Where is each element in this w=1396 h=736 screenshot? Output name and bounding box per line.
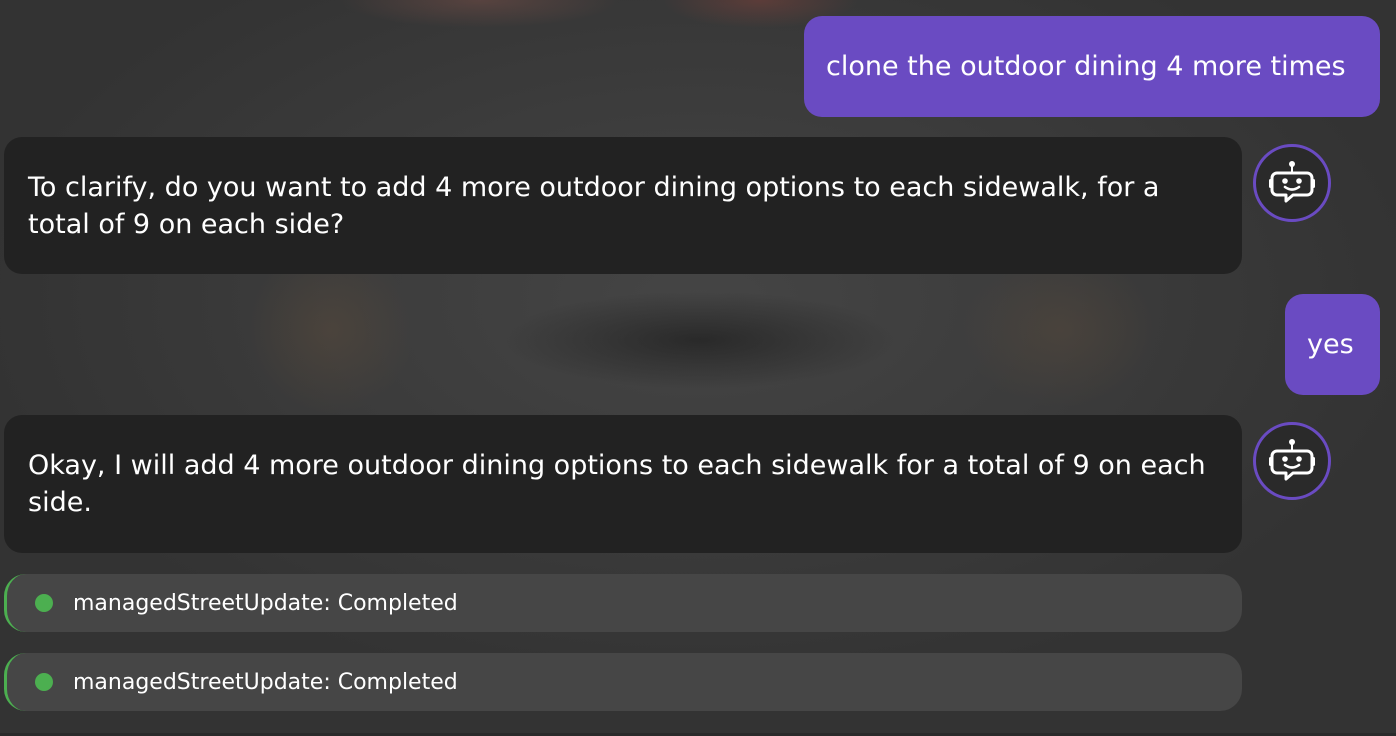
tool-status-text: managedStreetUpdate: Completed — [73, 669, 458, 695]
assistant-avatar — [1253, 144, 1331, 222]
status-indicator-dot — [35, 673, 53, 691]
assistant-message-text: Okay, I will add 4 more outdoor dining o… — [28, 450, 1206, 518]
user-message: clone the outdoor dining 4 more times — [804, 16, 1380, 117]
assistant-message-text: To clarify, do you want to add 4 more ou… — [28, 172, 1160, 240]
tool-status-text: managedStreetUpdate: Completed — [73, 590, 458, 616]
assistant-message: Okay, I will add 4 more outdoor dining o… — [4, 415, 1242, 553]
robot-chat-icon — [1269, 439, 1315, 481]
user-message: yes — [1285, 294, 1380, 395]
user-message-text: clone the outdoor dining 4 more times — [826, 51, 1346, 82]
assistant-avatar — [1253, 422, 1331, 500]
robot-chat-icon — [1269, 161, 1315, 203]
tool-status-row: managedStreetUpdate: Completed — [4, 574, 1242, 632]
status-indicator-dot — [35, 594, 53, 612]
user-message-text: yes — [1307, 329, 1354, 360]
tool-status-row: managedStreetUpdate: Completed — [4, 653, 1242, 711]
assistant-message: To clarify, do you want to add 4 more ou… — [4, 137, 1242, 274]
